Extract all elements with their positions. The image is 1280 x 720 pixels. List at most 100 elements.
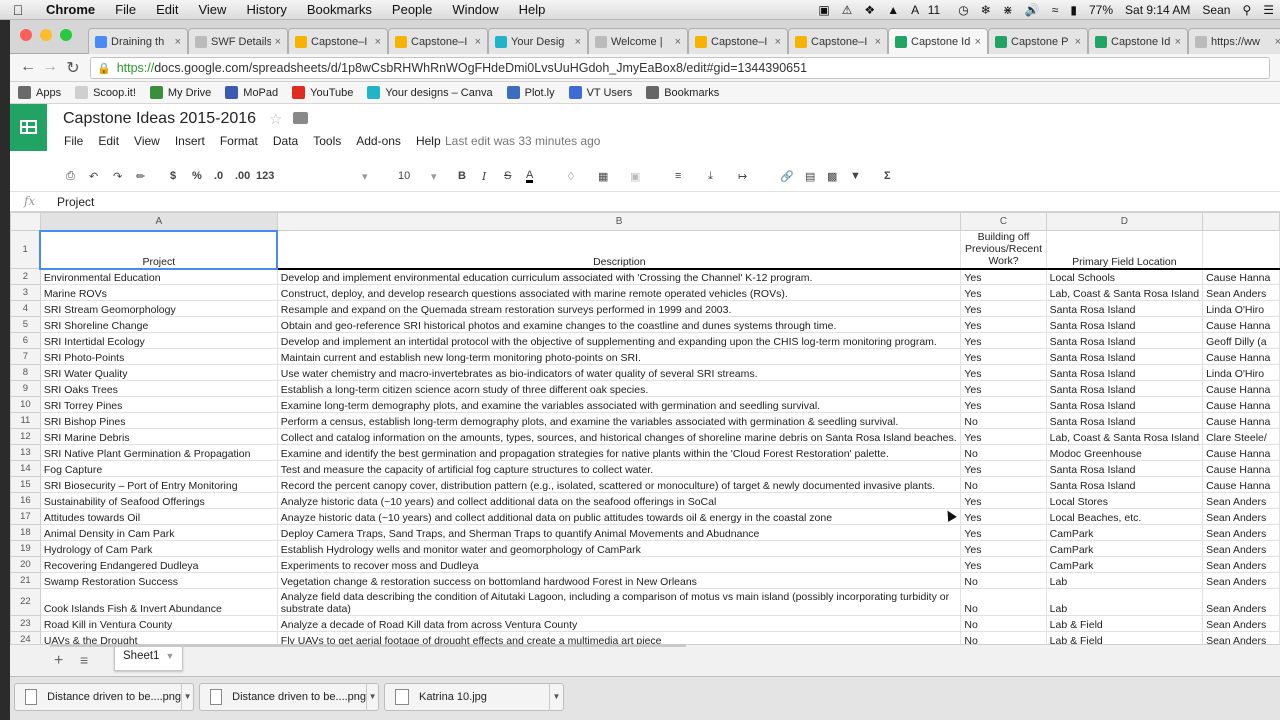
cell-building-off[interactable]: No [960,588,1047,616]
adobe-icon[interactable]: A 11 [905,3,952,17]
cell-project[interactable]: Fog Capture [39,460,278,477]
download-item[interactable]: Distance driven to be....png ▼ [199,683,379,711]
bold-button[interactable]: B [458,170,466,182]
doc-menu-help[interactable]: Help [416,134,441,148]
font-dropdown-caret-icon[interactable]: ▾ [362,170,368,183]
bookmark-item[interactable]: YouTube [292,86,353,99]
bookmark-item[interactable]: Bookmarks [646,86,719,99]
doc-menu-tools[interactable]: Tools [313,134,341,148]
cell-contact[interactable]: Linda O'Hiro [1202,364,1280,381]
cell-contact[interactable]: Cause Hanna [1202,268,1280,285]
menu-edit[interactable]: Edit [146,2,188,17]
cell-location[interactable]: Modoc Greenhouse [1045,444,1204,461]
text-color-button[interactable]: A [526,170,534,183]
currency-format-button[interactable]: $ [170,170,176,182]
browser-tab[interactable]: Capstone Id × [888,28,988,55]
menu-app-name[interactable]: Chrome [36,2,105,17]
undo-icon[interactable]: ↶ [89,170,98,183]
browser-tab[interactable]: https://ww × [1188,28,1280,54]
apple-icon[interactable]:  [0,2,36,18]
cell-location[interactable]: Santa Rosa Island [1045,412,1204,429]
camera-icon[interactable]: ▣ [812,3,835,17]
cell-project[interactable]: Attitudes towards Oil [39,508,278,525]
close-tab-icon[interactable]: × [1075,36,1081,48]
battery-icon[interactable]: ▮ [1064,3,1083,17]
cell-description[interactable]: Examine and identify the best germinatio… [276,444,962,461]
header-cell-building-off[interactable]: Building off Previous/Recent Work? [960,230,1047,270]
close-tab-icon[interactable]: × [275,36,281,48]
row-number[interactable]: 8 [10,364,41,381]
borders-icon[interactable]: ▦ [598,170,608,183]
cell-location[interactable]: Lab & Field [1045,631,1204,644]
cell-contact[interactable]: Sean Anders [1202,492,1280,509]
column-header-e[interactable] [1202,212,1280,231]
row-number[interactable]: 24 [10,631,41,644]
cell-project[interactable]: UAVs & the Drought [39,631,278,644]
cell-location[interactable]: CamPark [1045,540,1204,557]
browser-tab[interactable]: Capstone–I × [688,28,788,54]
cell-description[interactable]: Collect and catalog information on the a… [276,428,962,445]
cell-description[interactable]: Resample and expand on the Quemada strea… [276,300,962,317]
download-menu-caret-icon[interactable]: ▼ [549,683,563,711]
doc-menu-format[interactable]: Format [220,134,258,148]
all-sheets-icon[interactable]: ≡ [80,652,88,668]
font-size-caret-icon[interactable]: ▾ [431,170,437,183]
row-number[interactable]: 20 [10,556,41,573]
more-formats-button[interactable]: 123 [256,170,274,182]
cell-contact[interactable]: Cause Hanna [1202,316,1280,333]
cell-building-off[interactable]: Yes [960,556,1047,573]
cell-project[interactable]: SRI Bishop Pines [39,412,278,429]
menu-window[interactable]: Window [442,2,508,17]
row-number[interactable]: 9 [10,380,41,397]
doc-menu-insert[interactable]: Insert [175,134,205,148]
decrease-decimal-button[interactable]: .0 [214,170,223,182]
cell-contact[interactable]: Clare Steele/ [1202,428,1280,445]
cell-building-off[interactable]: Yes [960,364,1047,381]
doc-menu-edit[interactable]: Edit [98,134,119,148]
cell-building-off[interactable]: Yes [960,380,1047,397]
spotlight-icon[interactable]: ⚲ [1236,3,1257,17]
cell-location[interactable]: CamPark [1045,524,1204,541]
cell-description[interactable]: Use water chemistry and macro-invertebra… [276,364,962,381]
download-item[interactable]: Katrina 10.jpg ▼ [384,683,564,711]
cell-location[interactable]: Lab [1045,572,1204,589]
cell-project[interactable]: SRI Shoreline Change [39,316,278,333]
cell-location[interactable]: Lab, Coast & Santa Rosa Island [1045,428,1204,445]
evernote-icon[interactable]: ❄ [975,3,997,17]
cell-description[interactable]: Establish Hydrology wells and monitor wa… [276,540,962,557]
clock[interactable]: Sat 9:14 AM [1119,3,1196,17]
bookmark-item[interactable]: Apps [18,86,61,99]
cell-location[interactable]: Santa Rosa Island [1045,364,1204,381]
menu-bookmarks[interactable]: Bookmarks [297,2,382,17]
cell-contact[interactable]: Sean Anders [1202,540,1280,557]
cell-project[interactable]: Animal Density in Cam Park [39,524,278,541]
percent-format-button[interactable]: % [192,170,202,182]
row-number[interactable]: 11 [10,412,41,429]
cell-location[interactable]: Local Beaches, etc. [1045,508,1204,525]
cell-building-off[interactable]: No [960,412,1047,429]
download-item[interactable]: Distance driven to be....png ▼ [14,683,194,711]
cell-description[interactable]: Analyze field data describing the condit… [276,588,962,616]
column-header-d[interactable]: D [1045,212,1204,231]
fill-color-icon[interactable]: ♢ [566,170,576,183]
cell-description[interactable]: Analyze a decade of Road Kill data from … [276,615,962,632]
corner-cell[interactable] [10,212,41,231]
reload-icon[interactable]: ↻ [63,58,83,78]
close-tab-icon[interactable]: × [375,36,381,48]
cell-location[interactable]: Santa Rosa Island [1045,348,1204,365]
cell-building-off[interactable]: Yes [960,300,1047,317]
cell-contact[interactable]: Sean Anders [1202,588,1280,616]
cell-contact[interactable]: Sean Anders [1202,615,1280,632]
sheets-logo-icon[interactable] [10,104,47,151]
bookmark-item[interactable]: Scoop.it! [75,86,136,99]
redo-icon[interactable]: ↷ [113,170,122,183]
browser-tab[interactable]: Welcome | × [588,28,688,54]
cell-contact[interactable]: Cause Hanna [1202,412,1280,429]
cell-project[interactable]: Road Kill in Ventura County [39,615,278,632]
cell-project[interactable]: Environmental Education [39,268,278,285]
cell-location[interactable]: Santa Rosa Island [1045,332,1204,349]
insert-comment-icon[interactable]: ▤ [805,170,815,183]
add-sheet-icon[interactable]: + [54,652,63,670]
cell-building-off[interactable]: Yes [960,332,1047,349]
cell-project[interactable]: SRI Biosecurity – Port of Entry Monitori… [39,476,278,493]
